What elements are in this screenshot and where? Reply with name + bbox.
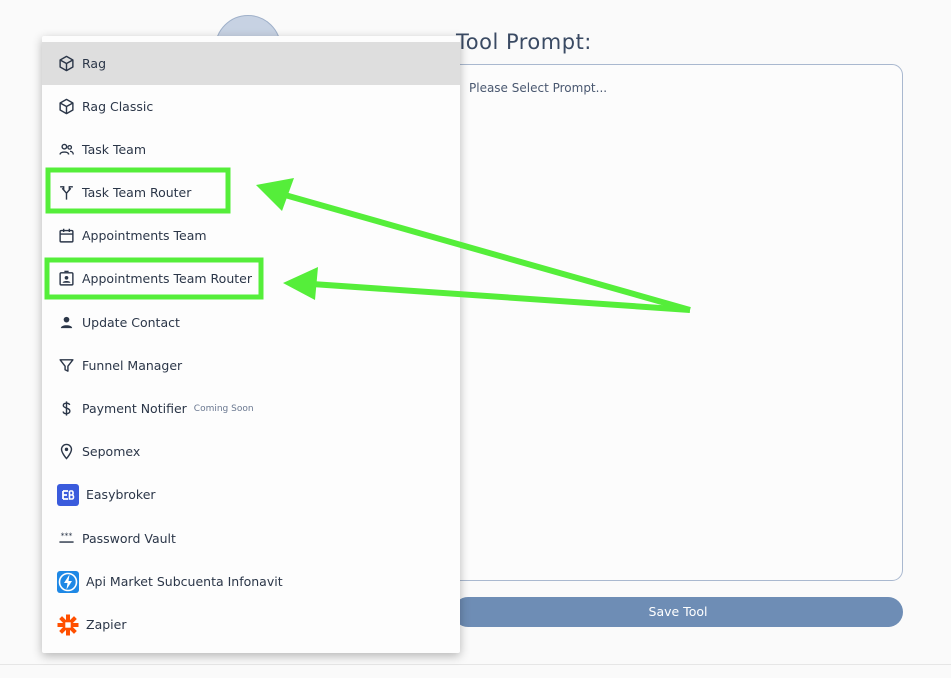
tool-prompt-textarea[interactable]: Please Select Prompt... [448,64,903,581]
menu-item-label: Sepomex [82,444,141,459]
calendar-icon [56,226,76,246]
people-icon [56,140,76,160]
tool-prompt-title: Tool Prompt: [456,30,592,54]
menu-item-label: Update Contact [82,315,180,330]
menu-item-zapier[interactable]: Zapier [42,603,460,646]
menu-item-appointments-team[interactable]: Appointments Team [42,214,460,257]
menu-item-label: Appointments Team Router [82,271,252,286]
easybroker-logo-icon [56,483,80,507]
prompt-placeholder: Please Select Prompt... [469,81,608,95]
menu-item-payment-notifier[interactable]: Payment Notifier Coming Soon [42,387,460,430]
menu-item-update-contact[interactable]: Update Contact [42,301,460,344]
cube-icon [56,97,76,117]
cube-icon [56,54,76,74]
divider [0,664,951,665]
lightning-bolt-icon [56,570,80,594]
menu-item-label: Task Team [82,142,146,157]
location-pin-icon [56,442,76,462]
menu-item-label: Password Vault [82,531,176,546]
zapier-logo-icon [56,613,80,637]
tool-type-menu: Rag Rag Classic Task Team Task Team Rout… [42,36,460,653]
menu-item-label: Zapier [86,617,127,632]
menu-item-label: Funnel Manager [82,358,183,373]
menu-item-label: Easybroker [86,487,156,502]
menu-item-easybroker[interactable]: Easybroker [42,473,460,516]
menu-item-label: Payment Notifier [82,401,187,416]
menu-item-label: Appointments Team [82,228,207,243]
menu-item-funnel-manager[interactable]: Funnel Manager [42,344,460,387]
coming-soon-badge: Coming Soon [193,403,254,414]
menu-item-label: Api Market Subcuenta Infonavit [86,574,283,589]
menu-item-task-team[interactable]: Task Team [42,128,460,171]
save-tool-button[interactable]: Save Tool [453,597,903,627]
menu-item-password-vault[interactable]: *** Password Vault [42,517,460,560]
person-icon [56,313,76,333]
fork-icon [56,183,76,203]
menu-item-sepomex[interactable]: Sepomex [42,430,460,473]
menu-item-label: Rag [82,56,107,71]
app-screen: Tool Prompt: Please Select Prompt... Sav… [0,0,951,678]
menu-item-rag-classic[interactable]: Rag Classic [42,85,460,128]
menu-item-label: Task Team Router [82,185,192,200]
filter-icon [56,356,76,376]
badge-icon [56,269,76,289]
menu-item-label: Rag Classic [82,99,154,114]
menu-item-api-market-subcuenta-infonavit[interactable]: Api Market Subcuenta Infonavit [42,560,460,603]
svg-text:***: *** [60,532,72,541]
menu-item-rag[interactable]: Rag [42,42,460,85]
menu-item-appointments-team-router[interactable]: Appointments Team Router [42,257,460,300]
dollar-icon [56,399,76,419]
password-dots-icon: *** [56,529,76,549]
menu-item-task-team-router[interactable]: Task Team Router [42,171,460,214]
